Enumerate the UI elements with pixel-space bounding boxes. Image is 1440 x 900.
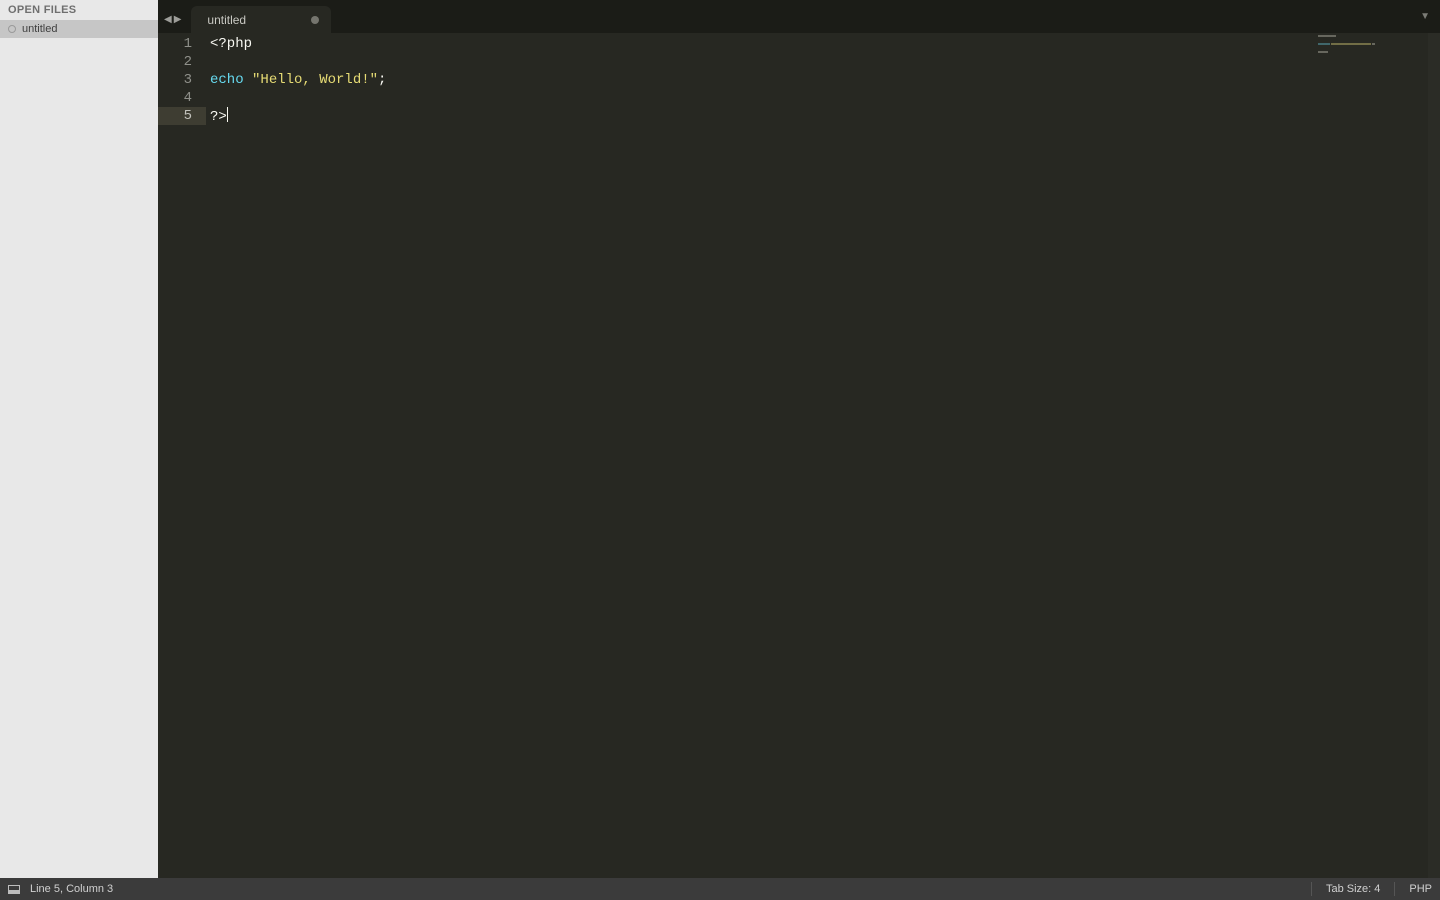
cursor-position[interactable]: Line 5, Column 3 [30, 883, 113, 895]
gutter-line: 4 [158, 89, 206, 107]
gutter-line: 5 [158, 107, 206, 125]
code-token: "Hello, World!" [252, 72, 378, 88]
editor-area: ◀ ▶ untitled ▼ 12345 <?php echo "Hello, W… [158, 0, 1440, 878]
sidebar-file-item[interactable]: untitled [0, 20, 158, 38]
status-separator [1394, 882, 1395, 896]
code-token: ?> [210, 109, 227, 125]
code-token: ; [378, 72, 386, 88]
gutter-line: 1 [158, 35, 206, 53]
open-files-header: OPEN FILES [0, 0, 158, 20]
tab-prev-icon[interactable]: ◀ [164, 14, 172, 25]
tab-size-indicator[interactable]: Tab Size: 4 [1326, 883, 1380, 895]
code-content[interactable]: <?php echo "Hello, World!"; ?> [206, 33, 1440, 878]
gutter-line: 3 [158, 71, 206, 89]
dirty-indicator-icon [8, 25, 16, 33]
code-line[interactable] [206, 89, 1440, 107]
language-indicator[interactable]: PHP [1409, 883, 1432, 895]
status-bar: Line 5, Column 3 Tab Size: 4 PHP [0, 878, 1440, 900]
tab-bar: ◀ ▶ untitled ▼ [158, 0, 1440, 33]
gutter-line: 2 [158, 53, 206, 71]
tab-menu-icon[interactable]: ▼ [1420, 11, 1430, 22]
code-token: <?php [210, 36, 252, 52]
tab-dirty-icon [311, 16, 319, 24]
code-line[interactable]: ?> [206, 107, 1440, 125]
caret [227, 107, 228, 122]
sidebar-file-label: untitled [22, 23, 57, 35]
tab-untitled[interactable]: untitled [191, 6, 331, 33]
code-area[interactable]: 12345 <?php echo "Hello, World!"; ?> [158, 33, 1440, 878]
code-token [244, 72, 252, 88]
line-gutter: 12345 [158, 33, 206, 878]
tab-nav: ◀ ▶ [158, 14, 187, 33]
code-line[interactable]: <?php [206, 35, 1440, 53]
sidebar: OPEN FILES untitled [0, 0, 158, 878]
code-token: echo [210, 72, 244, 88]
panel-toggle-icon[interactable] [8, 885, 20, 894]
vertical-scrollbar[interactable] [1428, 33, 1440, 878]
status-separator [1311, 882, 1312, 896]
tab-next-icon[interactable]: ▶ [174, 14, 182, 25]
code-line[interactable] [206, 53, 1440, 71]
code-line[interactable]: echo "Hello, World!"; [206, 71, 1440, 89]
tab-title: untitled [207, 13, 246, 27]
